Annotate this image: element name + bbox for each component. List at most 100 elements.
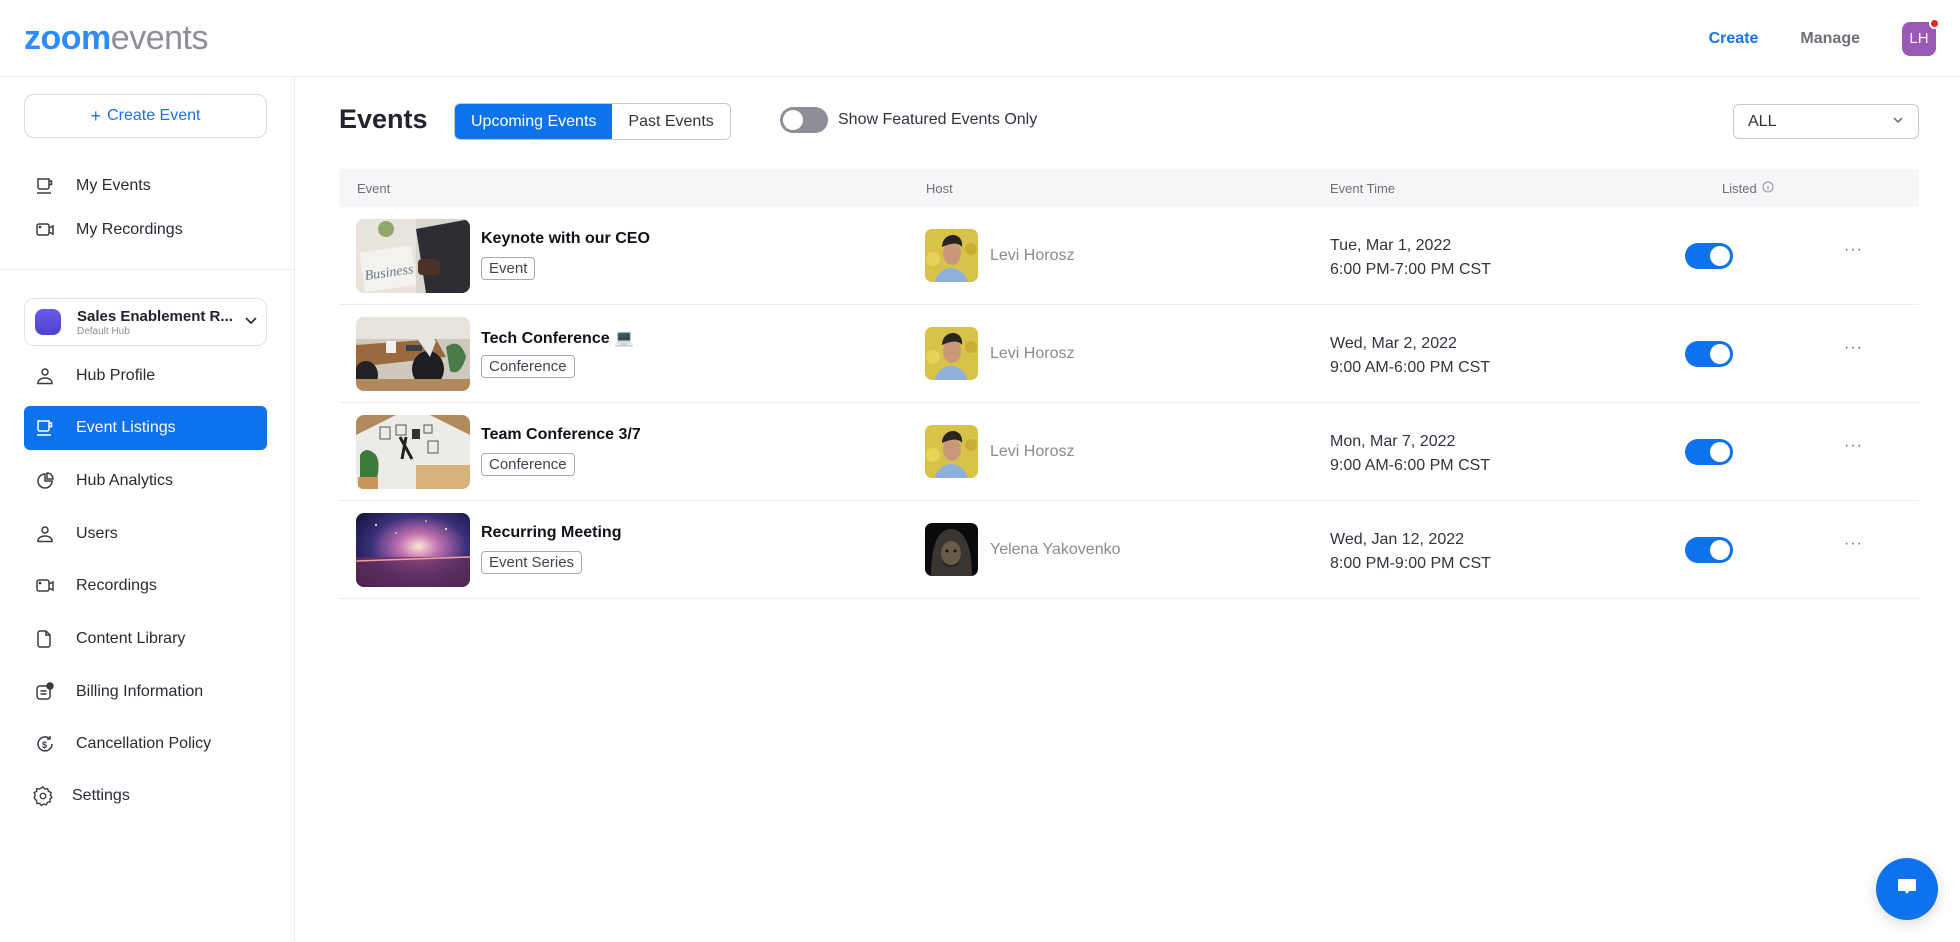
listed-toggle[interactable] <box>1685 341 1733 367</box>
sidebar-item-event-listings[interactable]: Event Listings <box>24 406 267 450</box>
logo-zoom-text: zoom <box>24 19 111 57</box>
sidebar-item-recordings[interactable]: Recordings <box>24 564 267 608</box>
sidebar-item-label: My Events <box>76 177 151 194</box>
event-time: Mon, Mar 7, 2022 9:00 AM-6:00 PM CST <box>1330 430 1490 478</box>
table-row[interactable]: Recurring Meeting Event Series Yelena Ya… <box>339 501 1919 599</box>
listed-toggle[interactable] <box>1685 439 1733 465</box>
event-date: Mon, Mar 7, 2022 <box>1330 433 1456 450</box>
hub-logo <box>35 309 61 335</box>
sidebar-item-billing-information[interactable]: Billing Information <box>24 670 267 714</box>
event-date: Wed, Mar 2, 2022 <box>1330 335 1457 352</box>
plus-icon: + <box>90 105 102 126</box>
more-options-button[interactable]: ··· <box>1844 535 1863 553</box>
filter-value: ALL <box>1748 112 1777 130</box>
page-title: Events <box>339 104 428 134</box>
sidebar-item-settings[interactable]: Settings <box>24 774 267 818</box>
event-title[interactable]: Recurring Meeting <box>481 524 621 542</box>
table-row[interactable]: Business Keynote with our CEO Event Levi… <box>339 207 1919 305</box>
event-type-tag: Conference <box>481 453 575 476</box>
sidebar-item-label: My Recordings <box>76 221 183 238</box>
refund-icon: $ <box>34 733 56 755</box>
event-title[interactable]: Keynote with our CEO <box>481 230 650 248</box>
cup-icon <box>34 175 56 197</box>
video-icon <box>34 575 56 597</box>
event-type-tag: Conference <box>481 355 575 378</box>
sidebar-item-hub-profile[interactable]: Hub Profile <box>24 354 267 398</box>
laptop-emoji-icon: 💻 <box>614 330 634 347</box>
table-row[interactable]: Tech Conference 💻 Conference Levi Horosz… <box>339 305 1919 403</box>
event-time: Wed, Mar 2, 2022 9:00 AM-6:00 PM CST <box>1330 332 1490 380</box>
event-time: Wed, Jan 12, 2022 8:00 PM-9:00 PM CST <box>1330 528 1491 576</box>
event-thumbnail: Business <box>356 219 470 293</box>
tab-upcoming-events[interactable]: Upcoming Events <box>455 104 613 139</box>
zoom-events-logo[interactable]: zoomevents <box>24 18 208 58</box>
sidebar-item-label: Content Library <box>76 630 186 647</box>
event-time-range: 8:00 PM-9:00 PM CST <box>1330 555 1491 572</box>
column-header-host[interactable]: Host <box>926 181 953 196</box>
cup-icon <box>34 417 56 439</box>
event-title[interactable]: Team Conference 3/7 <box>481 426 641 444</box>
events-tabs: Upcoming Events Past Events <box>454 103 731 140</box>
host-name: Levi Horosz <box>990 247 1075 264</box>
top-nav: Create Manage LH <box>1709 0 1960 77</box>
sidebar-item-my-recordings[interactable]: My Recordings <box>24 208 267 252</box>
event-time-range: 9:00 AM-6:00 PM CST <box>1330 359 1491 376</box>
sidebar-item-hub-analytics[interactable]: Hub Analytics <box>24 459 267 503</box>
create-event-label: Create Event <box>107 107 201 124</box>
sidebar-item-users[interactable]: Users <box>24 512 267 556</box>
svg-text:$: $ <box>42 740 47 750</box>
chat-bubble-icon <box>1896 876 1918 903</box>
event-type-tag: Event <box>481 257 536 280</box>
manage-link[interactable]: Manage <box>1800 30 1860 48</box>
pie-chart-icon <box>34 470 56 492</box>
listed-label: Listed <box>1722 181 1757 196</box>
sidebar-item-label: Cancellation Policy <box>76 735 212 752</box>
host-avatar <box>925 327 978 380</box>
listed-toggle[interactable] <box>1685 537 1733 563</box>
info-icon[interactable] <box>1762 181 1774 196</box>
hub-selector[interactable]: Sales Enablement R... Default Hub <box>24 298 267 346</box>
event-date: Tue, Mar 1, 2022 <box>1330 237 1452 254</box>
host-name: Levi Horosz <box>990 345 1075 362</box>
featured-switch[interactable] <box>780 107 828 133</box>
billing-icon <box>34 681 56 703</box>
create-link[interactable]: Create <box>1709 30 1759 48</box>
sidebar-item-label: Settings <box>72 787 130 804</box>
more-options-button[interactable]: ··· <box>1844 241 1863 259</box>
table-row[interactable]: Team Conference 3/7 Conference Levi Horo… <box>339 403 1919 501</box>
hub-subtitle: Default Hub <box>77 325 130 337</box>
event-filter-select[interactable]: ALL <box>1733 104 1919 139</box>
column-header-event-time[interactable]: Event Time <box>1330 181 1395 196</box>
notification-dot <box>1929 17 1940 29</box>
user-avatar[interactable]: LH <box>1902 17 1940 56</box>
more-options-button[interactable]: ··· <box>1844 437 1863 455</box>
sidebar-item-label: Recordings <box>76 577 157 594</box>
file-icon <box>34 628 56 650</box>
column-header-event[interactable]: Event <box>357 181 390 196</box>
sidebar-item-content-library[interactable]: Content Library <box>24 617 267 661</box>
sidebar-item-my-events[interactable]: My Events <box>24 164 267 208</box>
create-event-button[interactable]: + Create Event <box>24 94 267 138</box>
sidebar-item-label: Event Listings <box>76 419 176 436</box>
user-icon <box>34 365 56 387</box>
event-time-range: 9:00 AM-6:00 PM CST <box>1330 457 1491 474</box>
listed-toggle[interactable] <box>1685 243 1733 269</box>
host-avatar <box>925 425 978 478</box>
more-options-button[interactable]: ··· <box>1844 339 1863 357</box>
featured-label: Show Featured Events Only <box>838 111 1038 128</box>
sidebar-divider <box>0 269 295 270</box>
sidebar-item-cancellation-policy[interactable]: $ Cancellation Policy <box>24 722 267 766</box>
host-avatar <box>925 523 978 576</box>
chat-support-button[interactable] <box>1876 858 1938 920</box>
top-bar: zoomevents Create Manage LH <box>0 0 1960 77</box>
host-avatar <box>925 229 978 282</box>
hub-name: Sales Enablement R... <box>77 307 233 325</box>
tab-past-events[interactable]: Past Events <box>612 104 730 139</box>
chevron-down-icon <box>1892 113 1904 131</box>
event-title[interactable]: Tech Conference 💻 <box>481 328 634 348</box>
event-thumbnail <box>356 415 470 489</box>
event-time: Tue, Mar 1, 2022 6:00 PM-7:00 PM CST <box>1330 234 1491 282</box>
featured-events-toggle[interactable]: Show Featured Events Only <box>780 107 1037 133</box>
event-type-tag: Event Series <box>481 551 583 574</box>
video-icon <box>34 219 56 241</box>
